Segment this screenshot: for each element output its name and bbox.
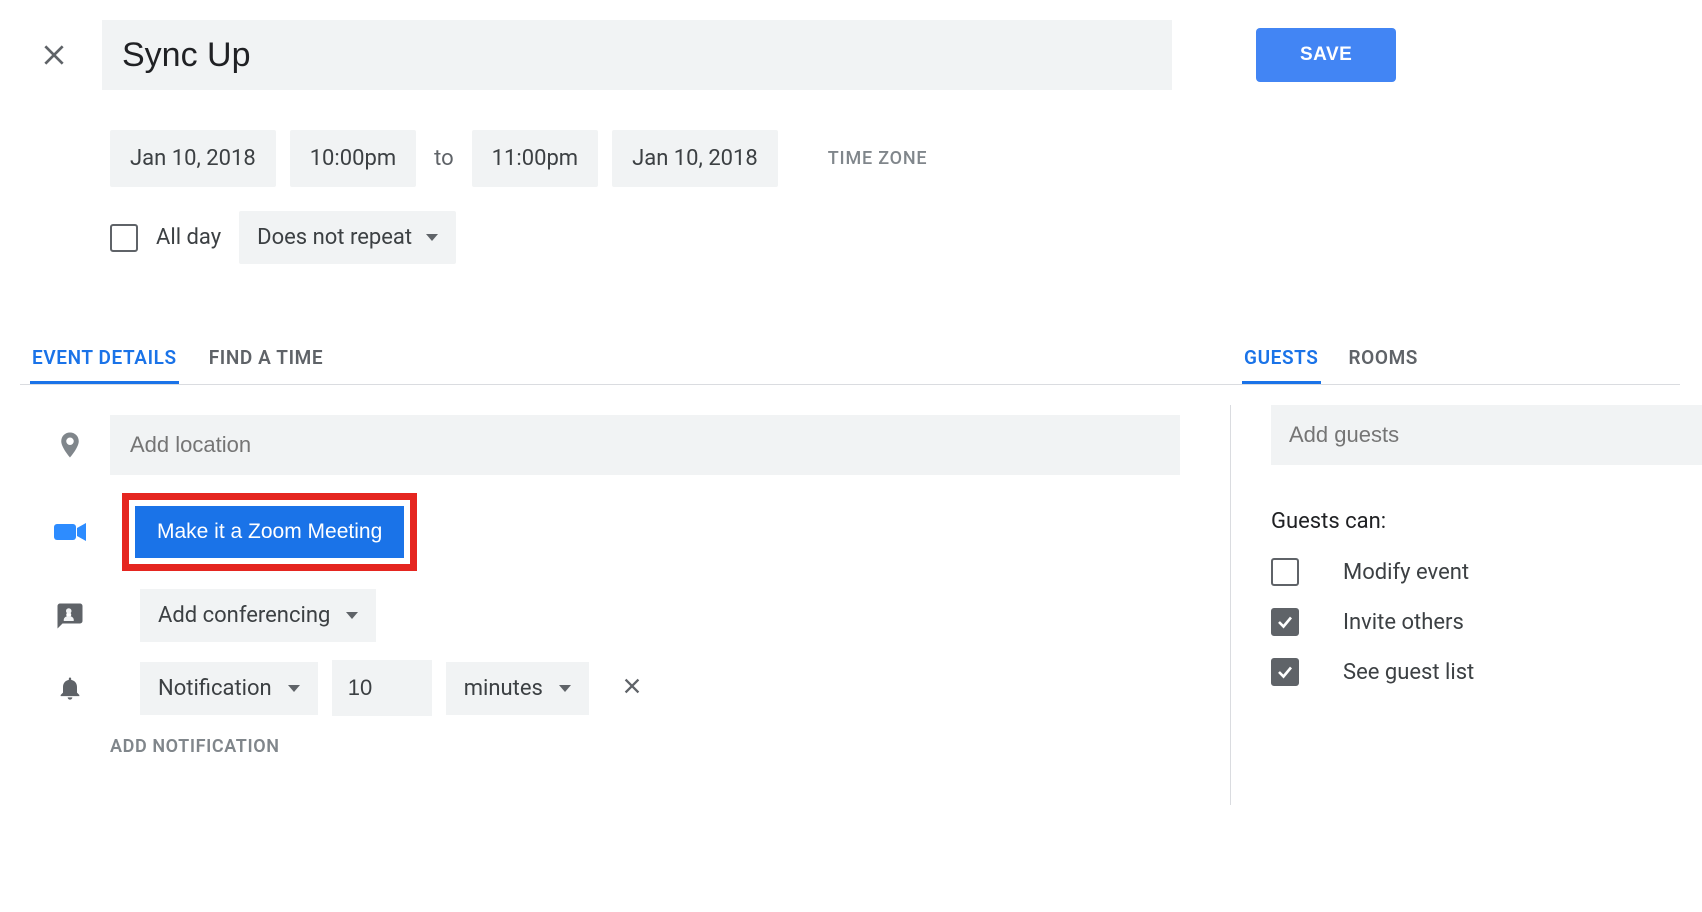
notification-unit-label: minutes <box>464 676 543 701</box>
guests-can-label: Guests can: <box>1271 509 1702 534</box>
tab-find-a-time[interactable]: FIND A TIME <box>207 334 325 384</box>
allday-label: All day <box>156 225 221 250</box>
start-date-picker[interactable]: Jan 10, 2018 <box>110 130 276 187</box>
make-zoom-meeting-button[interactable]: Make it a Zoom Meeting <box>135 506 404 558</box>
notification-type-dropdown[interactable]: Notification <box>140 662 318 715</box>
allday-checkbox[interactable] <box>110 224 138 252</box>
repeat-label: Does not repeat <box>257 225 412 250</box>
event-title-input[interactable] <box>102 20 1172 90</box>
close-button[interactable] <box>30 31 78 79</box>
end-date-picker[interactable]: Jan 10, 2018 <box>612 130 778 187</box>
add-guests-input[interactable] <box>1271 405 1702 465</box>
conferencing-label: Add conferencing <box>158 603 330 628</box>
tab-guests[interactable]: GUESTS <box>1242 334 1320 384</box>
add-notification-button[interactable]: ADD NOTIFICATION <box>110 736 1230 757</box>
chevron-down-icon <box>559 685 571 692</box>
tab-event-details[interactable]: EVENT DETAILS <box>30 334 179 384</box>
timezone-link[interactable]: TIME ZONE <box>828 148 928 169</box>
invite-others-checkbox[interactable] <box>1271 608 1299 636</box>
chevron-down-icon <box>346 612 358 619</box>
bell-icon <box>56 674 84 702</box>
end-time-picker[interactable]: 11:00pm <box>472 130 598 187</box>
close-icon <box>621 675 643 697</box>
modify-event-checkbox[interactable] <box>1271 558 1299 586</box>
notification-value-input[interactable] <box>332 660 432 716</box>
tab-rooms[interactable]: ROOMS <box>1347 334 1421 384</box>
see-guest-list-checkbox[interactable] <box>1271 658 1299 686</box>
start-time-picker[interactable]: 10:00pm <box>290 130 416 187</box>
repeat-dropdown[interactable]: Does not repeat <box>239 211 456 264</box>
conferencing-dropdown[interactable]: Add conferencing <box>140 589 376 642</box>
notification-unit-dropdown[interactable]: minutes <box>446 662 589 715</box>
see-guest-list-label: See guest list <box>1343 660 1474 685</box>
location-input[interactable] <box>110 415 1180 475</box>
video-icon <box>54 520 86 544</box>
notification-type-label: Notification <box>158 676 272 701</box>
chevron-down-icon <box>288 685 300 692</box>
save-button[interactable]: SAVE <box>1256 28 1396 82</box>
chevron-down-icon <box>426 234 438 241</box>
zoom-highlight-box: Make it a Zoom Meeting <box>122 493 417 571</box>
close-icon <box>41 42 67 68</box>
remove-notification-button[interactable] <box>621 675 643 702</box>
conferencing-icon <box>55 601 85 631</box>
location-icon <box>55 430 85 460</box>
to-label: to <box>430 146 458 171</box>
modify-event-label: Modify event <box>1343 560 1469 585</box>
invite-others-label: Invite others <box>1343 610 1464 635</box>
